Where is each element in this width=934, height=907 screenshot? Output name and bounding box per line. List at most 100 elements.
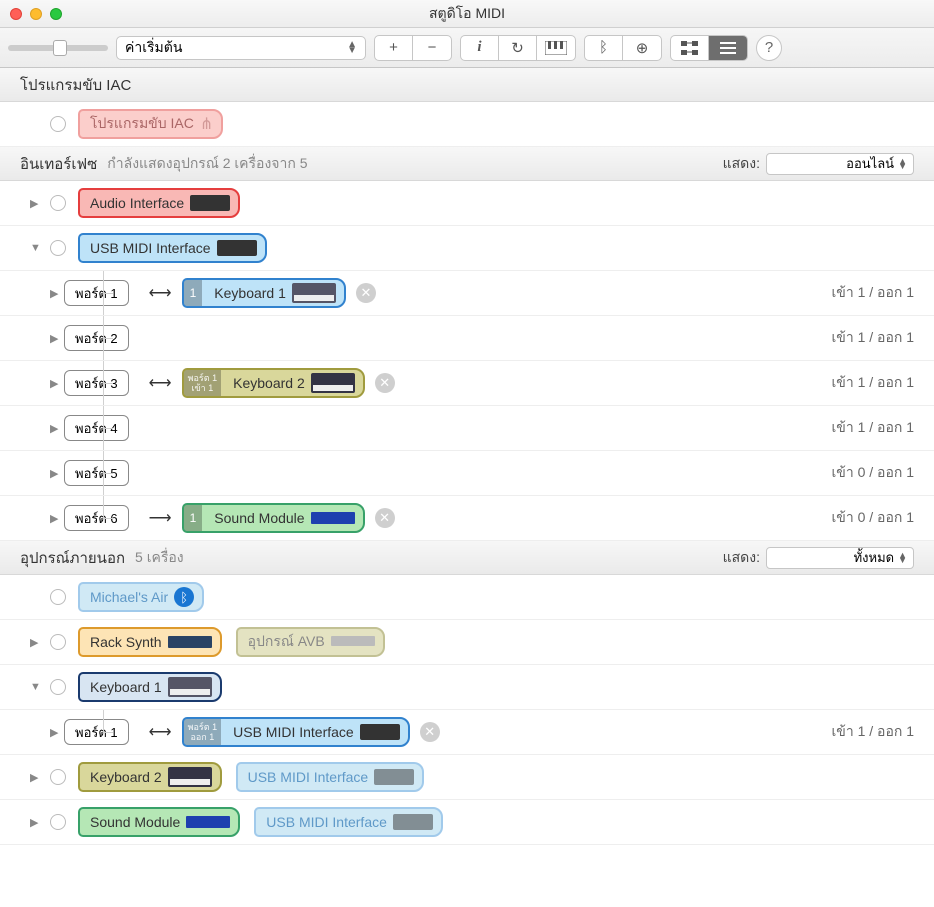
port-4-row: ▶ พอร์ต 4 เข้า 1 / ออก 1 — [0, 406, 934, 451]
disclosure-icon[interactable]: ▶ — [30, 816, 42, 829]
disclosure-icon[interactable]: ▶ — [30, 197, 42, 210]
network-button[interactable]: ⊕ — [623, 36, 661, 60]
disclosure-icon[interactable]: ▶ — [30, 636, 42, 649]
enable-radio[interactable] — [50, 634, 66, 650]
bidir-arrow-icon: ⟷ — [149, 373, 172, 393]
rack-synth-device[interactable]: Rack Synth — [78, 627, 222, 657]
remove-button[interactable]: − — [413, 36, 451, 60]
port-5-row: ▶ พอร์ต 5 เข้า 0 / ออก 1 — [0, 451, 934, 496]
device-label: อุปกรณ์ AVB — [248, 631, 325, 653]
keyboard-1-ext-device[interactable]: Keyboard 1 — [78, 672, 222, 702]
avb-device[interactable]: อุปกรณ์ AVB — [236, 627, 385, 657]
audio-interface-device[interactable]: Audio Interface — [78, 188, 240, 218]
remove-connection-button[interactable]: ✕ — [375, 508, 395, 528]
keyboard-icon — [292, 283, 336, 303]
info-button[interactable]: i — [461, 36, 499, 60]
remove-connection-button[interactable]: ✕ — [420, 722, 440, 742]
disclosure-icon[interactable]: ▼ — [30, 681, 42, 693]
disclosure-icon[interactable]: ▶ — [50, 512, 62, 525]
remove-connection-button[interactable]: ✕ — [356, 283, 376, 303]
device-label: USB MIDI Interface — [90, 240, 211, 256]
help-button[interactable]: ? — [756, 35, 782, 61]
iac-device[interactable]: โปรแกรมขับ IAC ⋔ — [78, 109, 223, 139]
kb2-conn-device[interactable]: USB MIDI Interface — [236, 762, 425, 792]
port-2-badge[interactable]: พอร์ต 2 — [64, 325, 129, 351]
device-label: USB MIDI Interface — [248, 769, 369, 785]
port-6-badge[interactable]: พอร์ต 6 — [64, 505, 129, 531]
port-3-badge[interactable]: พอร์ต 3 — [64, 370, 129, 396]
michaels-air-device[interactable]: Michael's Air ᛒ — [78, 582, 204, 612]
section-external-header: อุปกรณ์ภายนอก 5 เครื่อง แสดง: ทั้งหมด ▲▼ — [0, 541, 934, 575]
window-title: สตูดิโอ MIDI — [0, 3, 934, 25]
io-status: เข้า 0 / ออก 1 — [831, 507, 914, 529]
info-icon: i — [477, 39, 481, 56]
port-num-badge: 1 — [184, 505, 203, 531]
midi-icon: ⋔ — [200, 114, 213, 134]
add-button[interactable]: + — [375, 36, 413, 60]
usb-interface-row: ▼ USB MIDI Interface — [0, 226, 934, 271]
enable-radio[interactable] — [50, 814, 66, 830]
device-label: Rack Synth — [90, 634, 162, 650]
list-view-button[interactable] — [709, 36, 747, 60]
io-status: เข้า 1 / ออก 1 — [831, 282, 914, 304]
bluetooth-button[interactable]: ᛒ — [585, 36, 623, 60]
show-label: แสดง: — [723, 547, 760, 569]
refresh-button[interactable]: ↻ — [499, 36, 537, 60]
rack-synth-row: ▶ Rack Synth อุปกรณ์ AVB — [0, 620, 934, 665]
port-6-row: ▶ พอร์ต 6 ⟶ 1 Sound Module ✕ เข้า 0 / ออ… — [0, 496, 934, 541]
preset-label: ค่าเริ่มต้น — [125, 37, 182, 59]
zoom-slider[interactable] — [8, 45, 108, 51]
port-5-badge[interactable]: พอร์ต 5 — [64, 460, 129, 486]
rack-icon — [168, 636, 212, 648]
kb1-port-1-badge[interactable]: พอร์ต 1 — [64, 719, 129, 745]
sound-module-device[interactable]: 1 Sound Module — [182, 503, 365, 533]
enable-radio[interactable] — [50, 679, 66, 695]
rack-icon — [360, 724, 400, 740]
usb-midi-interface-device[interactable]: USB MIDI Interface — [78, 233, 267, 263]
preset-select[interactable]: ค่าเริ่มต้น ▲▼ — [116, 36, 366, 60]
show-filter-select[interactable]: ออนไลน์ ▲▼ — [766, 153, 914, 175]
keyboard-button[interactable] — [537, 36, 575, 60]
enable-radio[interactable] — [50, 195, 66, 211]
rack-icon — [374, 769, 414, 785]
enable-radio[interactable] — [50, 240, 66, 256]
bidir-arrow-icon: ⟷ — [149, 283, 172, 303]
device-label: Keyboard 2 — [90, 769, 162, 785]
device-label: Michael's Air — [90, 589, 168, 605]
section-external-subtitle: 5 เครื่อง — [135, 547, 184, 569]
keyboard-1-device[interactable]: 1 Keyboard 1 — [182, 278, 346, 308]
disclosure-icon[interactable]: ▶ — [50, 467, 62, 480]
right-arrow-icon: ⟶ — [149, 508, 172, 528]
audio-interface-row: ▶ Audio Interface — [0, 181, 934, 226]
sound-module-ext-row: ▶ Sound Module USB MIDI Interface — [0, 800, 934, 845]
iac-row: โปรแกรมขับ IAC ⋔ — [0, 102, 934, 147]
keyboard-2-ext-row: ▶ Keyboard 2 USB MIDI Interface — [0, 755, 934, 800]
chevron-updown-icon: ▲▼ — [898, 553, 907, 563]
disclosure-icon[interactable]: ▶ — [50, 377, 62, 390]
sm-conn-device[interactable]: USB MIDI Interface — [254, 807, 443, 837]
port-1-badge[interactable]: พอร์ต 1 — [64, 280, 129, 306]
show-filter-select[interactable]: ทั้งหมด ▲▼ — [766, 547, 914, 569]
disclosure-icon[interactable]: ▶ — [30, 771, 42, 784]
remove-connection-button[interactable]: ✕ — [375, 373, 395, 393]
enable-radio[interactable] — [50, 769, 66, 785]
io-status: เข้า 0 / ออก 1 — [831, 462, 914, 484]
keyboard-2-device[interactable]: พอร์ต 1เข้า 1 Keyboard 2 — [182, 368, 365, 398]
disclosure-icon[interactable]: ▶ — [50, 726, 62, 739]
zoom-thumb[interactable] — [53, 40, 67, 56]
port-4-badge[interactable]: พอร์ต 4 — [64, 415, 129, 441]
keyboard-2-ext-device[interactable]: Keyboard 2 — [78, 762, 222, 792]
usb-midi-conn-device[interactable]: พอร์ต 1ออก 1 USB MIDI Interface — [182, 717, 410, 747]
disclosure-icon[interactable]: ▶ — [50, 422, 62, 435]
module-icon — [311, 512, 355, 524]
disclosure-icon[interactable]: ▼ — [30, 242, 42, 254]
tree-view-button[interactable] — [671, 36, 709, 60]
disclosure-icon[interactable]: ▶ — [50, 332, 62, 345]
section-external-title: อุปกรณ์ภายนอก — [20, 546, 125, 570]
disclosure-icon[interactable]: ▶ — [50, 287, 62, 300]
port-1-row: ▶ พอร์ต 1 ⟷ 1 Keyboard 1 ✕ เข้า 1 / ออก … — [0, 271, 934, 316]
sound-module-ext-device[interactable]: Sound Module — [78, 807, 240, 837]
enable-radio[interactable] — [50, 116, 66, 132]
io-status: เข้า 1 / ออก 1 — [831, 417, 914, 439]
enable-radio[interactable] — [50, 589, 66, 605]
